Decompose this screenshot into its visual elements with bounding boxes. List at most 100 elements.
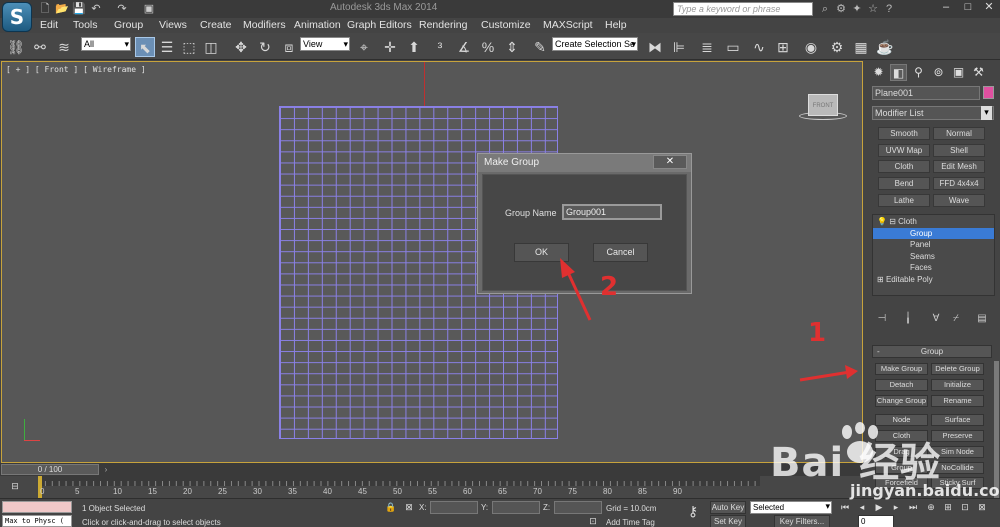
initialize-button[interactable]: Initialize xyxy=(931,379,984,391)
stack-item-seams[interactable]: Seams xyxy=(873,251,994,263)
modifier-button-edit-mesh[interactable]: Edit Mesh xyxy=(933,160,985,173)
rename-button[interactable]: Rename xyxy=(931,395,984,407)
remove-modifier-icon[interactable]: ⌿ xyxy=(948,312,964,326)
expand-icon[interactable]: ⊟ xyxy=(889,217,896,226)
configure-sets-icon[interactable]: ▤ xyxy=(974,312,990,326)
motion-tab-icon[interactable]: ⊚ xyxy=(930,64,947,81)
maxscript-listener-input[interactable] xyxy=(2,501,72,513)
layer-manager-icon[interactable]: ≣ xyxy=(697,37,717,57)
add-time-tag-button[interactable]: Add Time Tag xyxy=(606,518,655,527)
modifier-list-dropdown[interactable]: Modifier List xyxy=(872,106,994,120)
close-window-icon[interactable]: ✕ xyxy=(978,0,1000,14)
modifier-button-normal[interactable]: Normal xyxy=(933,127,985,140)
modifier-button-wave[interactable]: Wave xyxy=(933,194,985,207)
mirror-icon[interactable]: ⧓ xyxy=(645,37,665,57)
goto-end-icon[interactable]: ⏭ xyxy=(906,501,920,514)
surface-button[interactable]: Surface xyxy=(931,414,984,426)
create-tab-icon[interactable]: ✹ xyxy=(870,64,887,81)
front-viewport[interactable]: [ + ] [ Front ] [ Wireframe ] FRONT xyxy=(1,61,863,463)
current-frame-field[interactable]: 0 xyxy=(858,515,894,527)
menu-create[interactable]: Create xyxy=(200,19,232,31)
undo-icon[interactable]: ↶ xyxy=(89,2,103,16)
align-icon[interactable]: ⊫ xyxy=(669,37,689,57)
snaps-toggle-icon[interactable]: ³ xyxy=(430,37,450,57)
menu-views[interactable]: Views xyxy=(159,19,187,31)
stack-item-cloth[interactable]: 💡 ⊟ Cloth xyxy=(873,216,994,228)
favorites-icon[interactable]: ☆ xyxy=(866,2,880,16)
next-key-icon[interactable]: ▸ xyxy=(889,501,903,514)
group-name-input[interactable]: Group001 xyxy=(562,204,662,220)
menu-edit[interactable]: Edit xyxy=(40,19,58,31)
stack-item-faces[interactable]: Faces xyxy=(873,262,994,274)
delete-group-button[interactable]: Delete Group xyxy=(931,363,984,375)
cancel-button[interactable]: Cancel xyxy=(593,243,648,262)
detach-button[interactable]: Detach xyxy=(875,379,928,391)
menu-tools[interactable]: Tools xyxy=(73,19,98,31)
prev-key-icon[interactable]: ◂ xyxy=(855,501,869,514)
pin-stack-icon[interactable]: ⊣ xyxy=(874,312,890,326)
zoom-icon[interactable]: ⊕ xyxy=(924,501,938,514)
redo-icon[interactable]: ↷ xyxy=(115,2,129,16)
zoom-extents-icon[interactable]: ⊡ xyxy=(958,501,972,514)
auto-key-button[interactable]: Auto Key xyxy=(710,501,746,514)
mini-curve-editor-icon[interactable]: ⊟ xyxy=(8,480,22,493)
subscription-icon[interactable]: ⚙ xyxy=(834,2,848,16)
project-folder-icon[interactable]: ▣ xyxy=(142,2,156,16)
named-selection-dropdown[interactable]: Create Selection Se xyxy=(552,37,638,51)
reference-coordinate-dropdown[interactable]: View xyxy=(300,37,350,51)
link-icon[interactable]: ⛓ xyxy=(6,37,26,57)
zoom-extents-all-icon[interactable]: ⊠ xyxy=(975,501,989,514)
modify-tab-icon[interactable]: ◧ xyxy=(890,64,907,81)
search-icon[interactable]: ⌕ xyxy=(818,2,832,16)
rotate-icon[interactable]: ↻ xyxy=(255,37,275,57)
make-group-button[interactable]: Make Group xyxy=(875,363,928,375)
maxscript-output[interactable]: Max to Physc ( xyxy=(2,515,72,527)
window-crossing-icon[interactable]: ◫ xyxy=(201,37,221,57)
stack-item-editable-poly[interactable]: ⊞ Editable Poly xyxy=(873,274,994,286)
viewport-label[interactable]: [ + ] [ Front ] [ Wireframe ] xyxy=(6,65,146,74)
hierarchy-tab-icon[interactable]: ⚲ xyxy=(910,64,927,81)
display-tab-icon[interactable]: ▣ xyxy=(950,64,967,81)
goto-start-icon[interactable]: ⏮ xyxy=(838,501,852,514)
key-icon[interactable]: ⚷ xyxy=(686,504,700,518)
minimize-icon[interactable]: – xyxy=(935,0,957,14)
menu-animation[interactable]: Animation xyxy=(294,19,341,31)
track-ruler[interactable] xyxy=(38,476,760,486)
search-input[interactable]: Type a keyword or phrase xyxy=(673,2,813,16)
selection-filter-dropdown[interactable]: All xyxy=(81,37,131,51)
absolute-mode-icon[interactable]: ⊠ xyxy=(402,501,416,514)
save-icon[interactable]: 💾 xyxy=(72,2,86,16)
time-slider[interactable]: ‹ 0 / 100 › xyxy=(0,463,862,476)
lock-selection-icon[interactable]: 🔒 xyxy=(384,501,398,514)
modifier-button-bend[interactable]: Bend xyxy=(878,177,930,190)
modifier-button-uvw-map[interactable]: UVW Map xyxy=(878,144,930,157)
edit-named-selection-icon[interactable]: ✎ xyxy=(530,37,550,57)
y-coordinate-field[interactable] xyxy=(492,501,540,514)
next-frame-icon[interactable]: › xyxy=(101,463,111,476)
expand-icon[interactable]: ⊞ xyxy=(877,275,884,284)
key-mode-dropdown[interactable]: Selected xyxy=(750,501,832,514)
rectangular-selection-icon[interactable]: ⬚ xyxy=(179,37,199,57)
spinner-snap-icon[interactable]: ⇕ xyxy=(502,37,522,57)
select-object-icon[interactable]: ⬉ xyxy=(135,37,155,57)
schematic-view-icon[interactable]: ⊞ xyxy=(773,37,793,57)
keyboard-shortcut-icon[interactable]: ⬆ xyxy=(404,37,424,57)
menu-group[interactable]: Group xyxy=(114,19,143,31)
menu-graph-editors[interactable]: Graph Editors xyxy=(347,19,412,31)
move-icon[interactable]: ✥ xyxy=(231,37,251,57)
scale-icon[interactable]: ⧈ xyxy=(279,37,299,57)
dialog-close-button[interactable]: ✕ xyxy=(653,155,687,169)
percent-snap-icon[interactable]: % xyxy=(478,37,498,57)
stack-item-group[interactable]: Group xyxy=(873,227,994,239)
curve-editor-icon[interactable]: ∿ xyxy=(749,37,769,57)
object-color-swatch[interactable] xyxy=(983,86,994,99)
zoom-all-icon[interactable]: ⊞ xyxy=(941,501,955,514)
ribbon-icon[interactable]: ▭ xyxy=(723,37,743,57)
play-icon[interactable]: ▶ xyxy=(872,501,886,514)
angle-snap-icon[interactable]: ∡ xyxy=(454,37,474,57)
change-group-button[interactable]: Change Group xyxy=(875,395,928,407)
select-by-name-icon[interactable]: ☰ xyxy=(157,37,177,57)
app-menu-button[interactable]: S xyxy=(2,2,32,32)
rendered-frame-icon[interactable]: ▦ xyxy=(851,37,871,57)
unlink-icon[interactable]: ⚯ xyxy=(30,37,50,57)
